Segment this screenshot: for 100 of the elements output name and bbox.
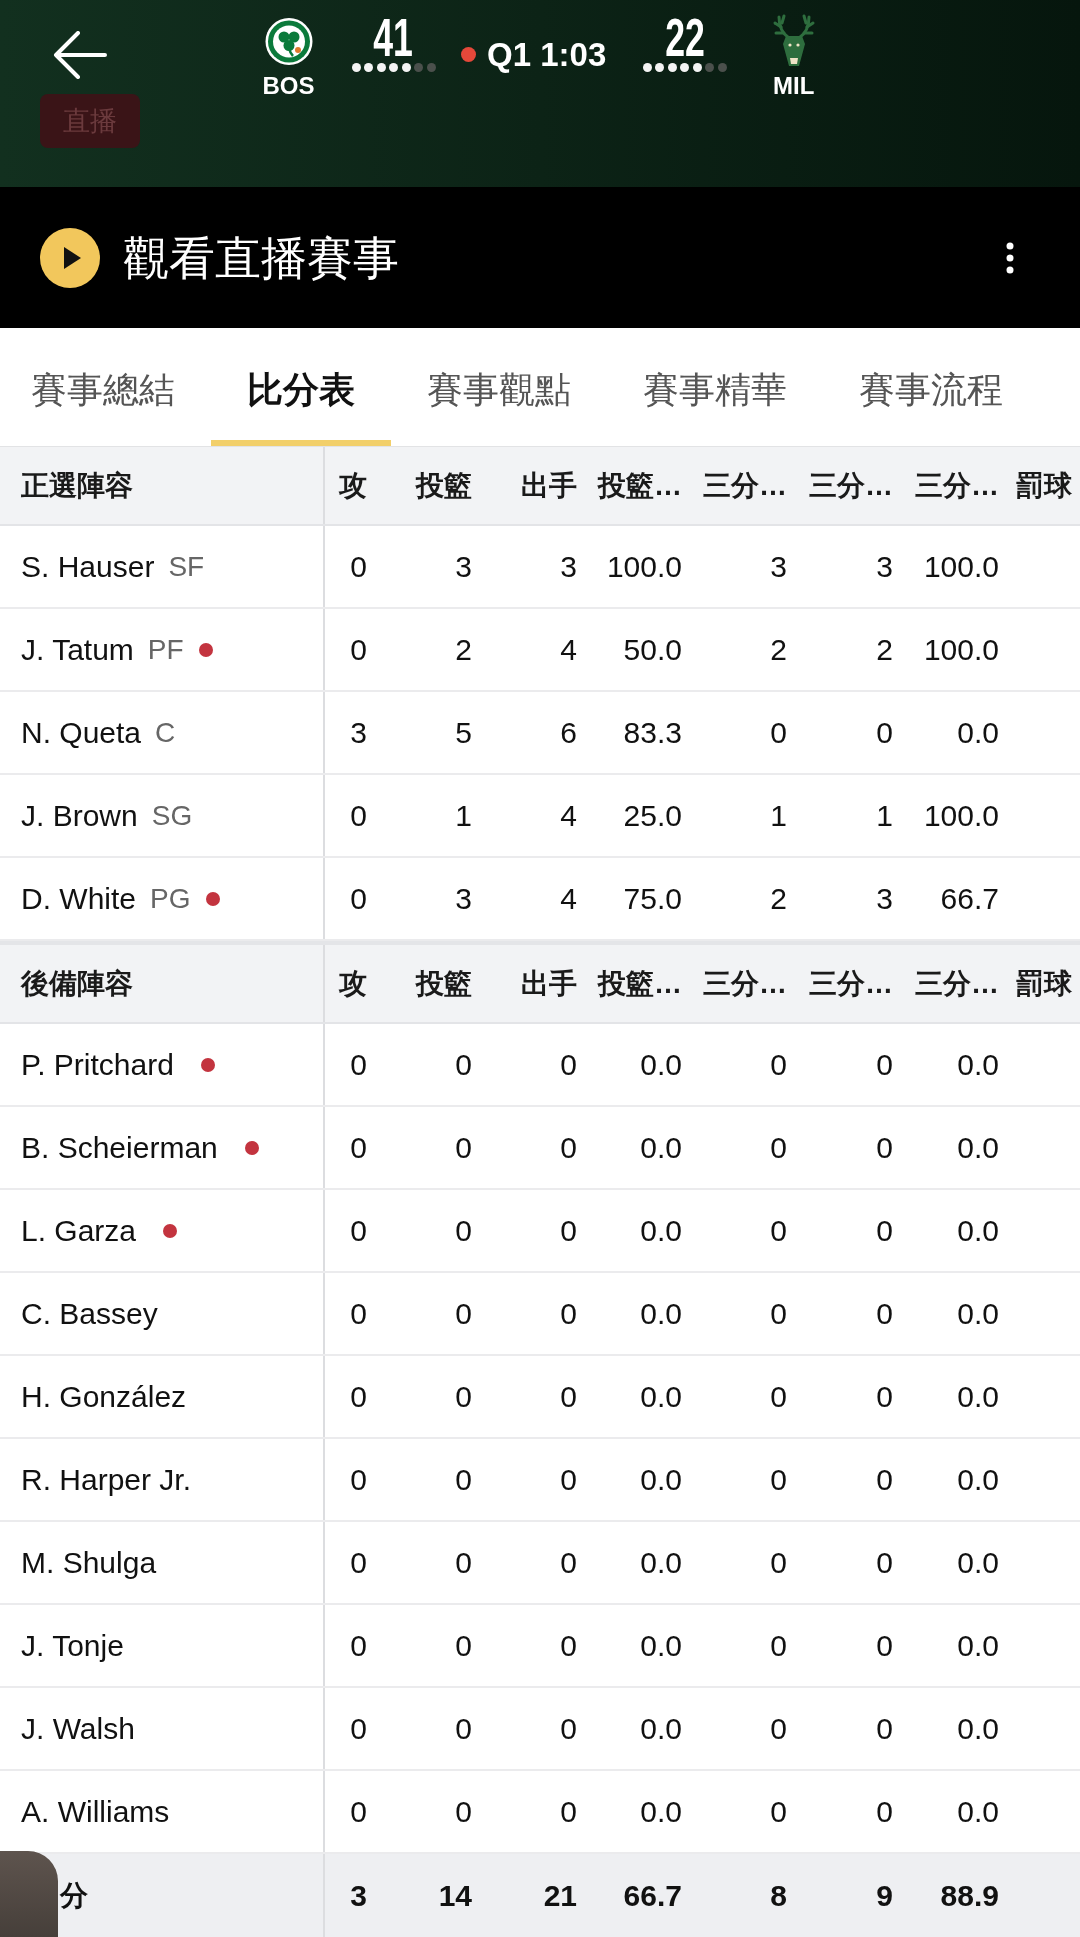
stat-value: 0	[455, 1464, 472, 1495]
tab[interactable]: 賽事精華	[607, 328, 823, 446]
stat-value: 0	[350, 1547, 367, 1578]
team-score: 22	[664, 10, 705, 64]
stat-value: 0	[455, 1381, 472, 1412]
game-clock: Q1 1:03	[487, 38, 607, 71]
stat-value: 4	[560, 800, 577, 831]
stat-value: 2	[876, 634, 893, 665]
stat-value: 0	[876, 1381, 893, 1412]
stat-value: 0	[455, 1215, 472, 1246]
player-name: H. González	[21, 1381, 187, 1412]
stat-value: 0	[876, 1132, 893, 1163]
total-value: 66.7	[623, 1880, 682, 1911]
stat-value: 0	[350, 1381, 367, 1412]
deer-head-logo-icon	[772, 14, 815, 68]
stat-value: 0.0	[957, 1381, 999, 1412]
stat-value: 0	[560, 1298, 577, 1329]
stat-value: 0	[350, 1215, 367, 1246]
stat-value: 0	[876, 1630, 893, 1661]
stat-value: 0	[770, 1630, 787, 1661]
player-name: N. Queta	[21, 717, 142, 748]
team-abbreviation: BOS	[262, 74, 315, 98]
stat-value: 2	[770, 634, 787, 665]
stat-value: 0	[770, 1796, 787, 1827]
stat-value: 0.0	[640, 1215, 682, 1246]
stat-value: 0.0	[957, 1132, 999, 1163]
totals-label: 分	[60, 1881, 88, 1910]
shamrock-logo-icon	[264, 15, 313, 67]
stat-value: 100.0	[923, 634, 999, 665]
player-name: J. Tatum	[21, 634, 134, 665]
stat-value: 100.0	[923, 551, 999, 582]
stat-value: 0.0	[957, 1464, 999, 1495]
stat-value: 4	[560, 883, 577, 914]
stat-value: 0	[876, 1298, 893, 1329]
column-header: 投籃	[416, 969, 472, 998]
stat-value: 83.3	[623, 717, 682, 748]
stat-value: 100.0	[923, 800, 999, 831]
stat-value: 0	[560, 1464, 577, 1495]
stat-value: 0	[350, 1049, 367, 1080]
stat-value: 0	[560, 1547, 577, 1578]
stat-value: 0	[350, 1630, 367, 1661]
total-value: 14	[438, 1880, 472, 1911]
stat-value: 0.0	[957, 1630, 999, 1661]
stat-value: 0.0	[640, 1464, 682, 1495]
player-name: J. Brown	[21, 800, 138, 831]
back-button[interactable]	[52, 31, 107, 79]
stat-value: 0	[876, 1713, 893, 1744]
floating-handle[interactable]	[0, 1851, 58, 1937]
stat-value: 0.0	[957, 1547, 999, 1578]
more-button[interactable]	[1006, 241, 1014, 274]
play-icon[interactable]	[40, 227, 100, 288]
column-header: 攻	[339, 969, 367, 998]
player-position: SG	[151, 801, 193, 830]
stat-value: 75.0	[623, 883, 682, 914]
stat-value: 2	[770, 883, 787, 914]
column-header: 攻	[339, 471, 367, 500]
player-position: SF	[168, 552, 205, 581]
tab[interactable]: 賽事觀點	[391, 328, 607, 446]
stat-value: 0.0	[640, 1547, 682, 1578]
column-header: 三分…	[809, 471, 893, 500]
column-header: 投籃…	[598, 969, 682, 998]
stat-value: 3	[455, 883, 472, 914]
stat-value: 0	[455, 1132, 472, 1163]
stat-value: 0	[770, 1381, 787, 1412]
tab[interactable]: 賽事總結	[0, 328, 211, 446]
banner-title: 觀看直播賽事	[123, 234, 399, 281]
stat-value: 0	[876, 1796, 893, 1827]
stat-value: 0	[350, 1298, 367, 1329]
player-name: B. Scheierman	[21, 1132, 218, 1163]
tab[interactable]: 賽事流程	[823, 328, 1039, 446]
player-name: C. Bassey	[21, 1298, 158, 1329]
stat-value: 0.0	[957, 1215, 999, 1246]
column-header: 投籃…	[598, 471, 682, 500]
stat-value: 0	[455, 1547, 472, 1578]
stat-value: 0	[455, 1298, 472, 1329]
stat-value: 3	[876, 883, 893, 914]
stat-value: 0	[560, 1381, 577, 1412]
stat-value: 0	[455, 1630, 472, 1661]
stat-value: 0.0	[957, 1796, 999, 1827]
player-name: S. Hauser	[21, 551, 155, 582]
watch-live-banner[interactable]: 觀看直播賽事	[0, 187, 1080, 328]
stat-value: 0.0	[640, 1630, 682, 1661]
stat-value: 0.0	[640, 1049, 682, 1080]
stat-value: 0	[770, 1713, 787, 1744]
stat-value: 0	[350, 1796, 367, 1827]
player-position: PF	[147, 635, 184, 664]
stat-value: 0	[350, 800, 367, 831]
stat-value: 0	[770, 1547, 787, 1578]
section-title: 後備陣容	[21, 969, 133, 998]
stat-value: 0	[770, 1298, 787, 1329]
stat-value: 0	[455, 1796, 472, 1827]
column-header: 出手	[521, 969, 577, 998]
stat-value: 3	[770, 551, 787, 582]
stat-value: 0	[350, 1713, 367, 1744]
stat-value: 0	[876, 1049, 893, 1080]
column-header: 三分…	[915, 471, 999, 500]
stat-value: 0	[770, 1049, 787, 1080]
stat-value: 100.0	[606, 551, 682, 582]
column-header: 三分…	[915, 969, 999, 998]
section-title: 正選陣容	[21, 471, 133, 500]
